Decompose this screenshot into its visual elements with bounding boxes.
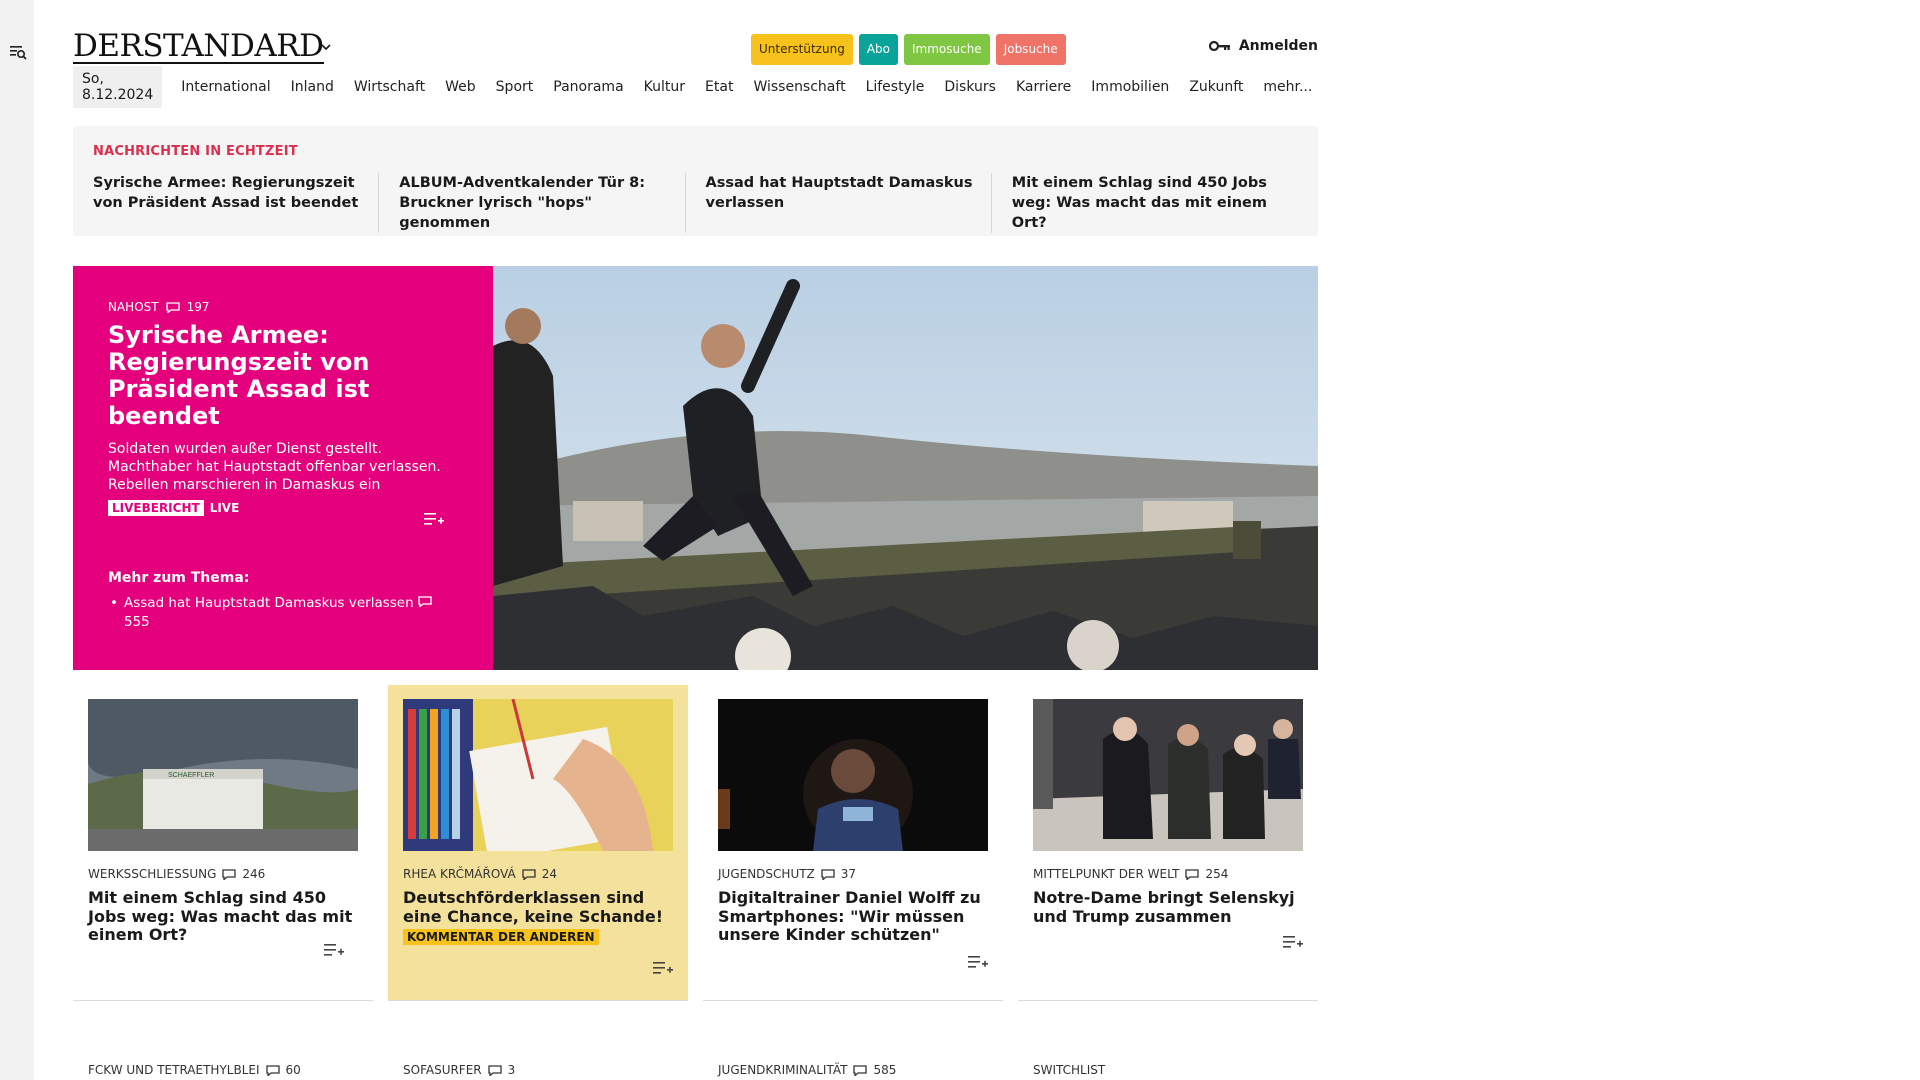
comment-icon bbox=[853, 1064, 868, 1076]
nav-karriere[interactable]: Karriere bbox=[1006, 79, 1081, 95]
hero-subtitle: Soldaten wurden außer Dienst gestellt. M… bbox=[108, 441, 441, 493]
comment-icon bbox=[165, 301, 180, 313]
ticker-item[interactable]: Mit einem Schlag sind 450 Jobs weg: Was … bbox=[1012, 173, 1298, 233]
teaser-cards: SCHAEFFLER WERKSSCHLIESSUNG 246 Mit eine… bbox=[73, 685, 1318, 1001]
nav-wissenschaft[interactable]: Wissenschaft bbox=[743, 79, 855, 95]
hero-title[interactable]: Syrische Armee: Regierungszeit von Präsi… bbox=[108, 322, 459, 430]
comment-icon bbox=[821, 868, 835, 880]
hero-text-panel: NAHOST 197 Syrische Armee: Regierungszei… bbox=[73, 266, 493, 670]
teaser-card: JUGENDSCHUTZ 37 Digitaltrainer Daniel Wo… bbox=[703, 685, 1003, 1001]
nav-panorama[interactable]: Panorama bbox=[543, 79, 633, 95]
hero-image[interactable] bbox=[493, 266, 1318, 670]
card-comment-count[interactable]: 254 bbox=[1205, 867, 1228, 881]
card-kicker: MITTELPUNKT DER WELT bbox=[1033, 867, 1180, 881]
menu-search-icon[interactable] bbox=[8, 42, 28, 62]
login-button[interactable]: Anmelden bbox=[1208, 38, 1318, 54]
ticker-item[interactable]: Assad hat Hauptstadt Damaskus verlassen bbox=[706, 173, 992, 233]
next-teaser-row: FCKW UND TETRAETHYLBLEI 60 SOFASURFER 3 … bbox=[73, 1063, 1318, 1077]
teaser-card: SCHAEFFLER WERKSSCHLIESSUNG 246 Mit eine… bbox=[73, 685, 373, 1001]
section-nav: So, 8.12.2024 International Inland Wirts… bbox=[73, 66, 1318, 108]
card-kicker: JUGENDKRIMINALITÄT bbox=[718, 1063, 848, 1077]
card-comment-count[interactable]: 60 bbox=[286, 1063, 301, 1077]
support-button[interactable]: Unterstützung bbox=[751, 34, 853, 65]
card-tag: KOMMENTAR DER ANDEREN bbox=[403, 929, 599, 945]
comment-icon bbox=[487, 1064, 502, 1076]
hero-comment-count[interactable]: 197 bbox=[187, 300, 210, 314]
abo-button[interactable]: Abo bbox=[858, 34, 898, 65]
card-kicker: FCKW UND TETRAETHYLBLEI bbox=[88, 1063, 260, 1077]
card-comment-count[interactable]: 3 bbox=[508, 1063, 516, 1077]
jobsuche-button[interactable]: Jobsuche bbox=[995, 34, 1066, 65]
card-image[interactable] bbox=[1033, 699, 1303, 851]
more-topic-link[interactable]: Assad hat Hauptstadt Damaskus verlassen … bbox=[110, 594, 444, 632]
nav-diskurs[interactable]: Diskurs bbox=[934, 79, 1006, 95]
add-to-watchlist-icon[interactable] bbox=[1282, 933, 1304, 951]
card-comment-count[interactable]: 585 bbox=[873, 1063, 896, 1077]
nav-inland[interactable]: Inland bbox=[281, 79, 344, 95]
card-title[interactable]: Digitaltrainer Daniel Wolff zu Smartphon… bbox=[718, 888, 989, 945]
ticker-item[interactable]: ALBUM-Adventkalender Tür 8: Bruckner lyr… bbox=[399, 173, 686, 233]
login-label: Anmelden bbox=[1238, 38, 1318, 54]
more-topic-title: Assad hat Hauptstadt Damaskus verlassen bbox=[124, 595, 414, 611]
comment-icon bbox=[418, 596, 432, 607]
card-kicker: RHEA KRČMÁŘOVÁ bbox=[403, 867, 516, 881]
logo[interactable]: DERSTANDARD bbox=[73, 30, 324, 64]
nav-sport[interactable]: Sport bbox=[486, 79, 544, 95]
ticker-item[interactable]: Syrische Armee: Regierungszeit von Präsi… bbox=[93, 173, 380, 233]
hero-teaser: NAHOST 197 Syrische Armee: Regierungszei… bbox=[73, 266, 1318, 670]
add-to-watchlist-icon[interactable] bbox=[323, 941, 345, 959]
card-kicker: SWITCHLIST bbox=[1033, 1063, 1106, 1077]
live-badge: LIVEBERICHT bbox=[108, 500, 204, 516]
key-icon bbox=[1208, 40, 1230, 52]
teaser-card-commentary: RHEA KRČMÁŘOVÁ 24 Deutschförderklassen s… bbox=[388, 685, 688, 1001]
card-kicker: SOFASURFER bbox=[403, 1063, 482, 1077]
card-image[interactable] bbox=[718, 699, 988, 851]
comment-icon bbox=[222, 868, 237, 880]
svg-text:SCHAEFFLER: SCHAEFFLER bbox=[168, 772, 214, 779]
nav-immobilien[interactable]: Immobilien bbox=[1081, 79, 1179, 95]
nav-kultur[interactable]: Kultur bbox=[634, 79, 695, 95]
teaser-card: MITTELPUNKT DER WELT 254 Notre-Dame brin… bbox=[1018, 685, 1318, 1001]
nav-lifestyle[interactable]: Lifestyle bbox=[856, 79, 935, 95]
more-topic-comments: 555 bbox=[124, 614, 150, 630]
nav-more[interactable]: mehr... bbox=[1253, 79, 1322, 95]
add-to-watchlist-icon[interactable] bbox=[967, 953, 989, 971]
card-title[interactable]: Deutschförderklassen sind eine Chance, k… bbox=[403, 888, 674, 926]
add-to-watchlist-icon[interactable] bbox=[423, 510, 445, 528]
left-rail bbox=[0, 0, 34, 1080]
card-comment-count[interactable]: 246 bbox=[242, 867, 265, 881]
comment-icon bbox=[522, 868, 536, 880]
more-topic-label: Mehr zum Thema: bbox=[108, 570, 250, 586]
card-title[interactable]: Mit einem Schlag sind 450 Jobs weg: Was … bbox=[88, 888, 359, 945]
card-title[interactable]: Notre-Dame bringt Selenskyj und Trump zu… bbox=[1033, 888, 1304, 926]
date-chip: So, 8.12.2024 bbox=[73, 66, 163, 108]
live-label: LIVE bbox=[209, 501, 240, 515]
card-image[interactable] bbox=[403, 699, 673, 851]
chevron-down-icon[interactable] bbox=[319, 40, 333, 54]
comment-icon bbox=[265, 1064, 280, 1076]
main-column: DERSTANDARD Unterstützung Abo Immosuche … bbox=[73, 0, 1318, 1001]
service-pills: Unterstützung Abo Immosuche Jobsuche bbox=[751, 34, 1066, 65]
hero-kicker: NAHOST bbox=[108, 300, 159, 314]
nav-zukunft[interactable]: Zukunft bbox=[1179, 79, 1253, 95]
nav-wirtschaft[interactable]: Wirtschaft bbox=[344, 79, 435, 95]
comment-icon bbox=[1185, 868, 1200, 880]
news-ticker: NACHRICHTEN IN ECHTZEIT Syrische Armee: … bbox=[73, 126, 1318, 236]
ticker-label: NACHRICHTEN IN ECHTZEIT bbox=[93, 144, 298, 159]
nav-web[interactable]: Web bbox=[435, 79, 486, 95]
add-to-watchlist-icon[interactable] bbox=[652, 959, 674, 977]
nav-etat[interactable]: Etat bbox=[695, 79, 743, 95]
card-comment-count[interactable]: 37 bbox=[841, 867, 856, 881]
card-comment-count[interactable]: 24 bbox=[542, 867, 557, 881]
card-kicker: WERKSSCHLIESSUNG bbox=[88, 867, 217, 881]
card-kicker: JUGENDSCHUTZ bbox=[718, 867, 815, 881]
top-bar: DERSTANDARD Unterstützung Abo Immosuche … bbox=[73, 0, 1318, 68]
nav-international[interactable]: International bbox=[171, 79, 280, 95]
card-image[interactable]: SCHAEFFLER bbox=[88, 699, 358, 851]
immosuche-button[interactable]: Immosuche bbox=[903, 34, 990, 65]
